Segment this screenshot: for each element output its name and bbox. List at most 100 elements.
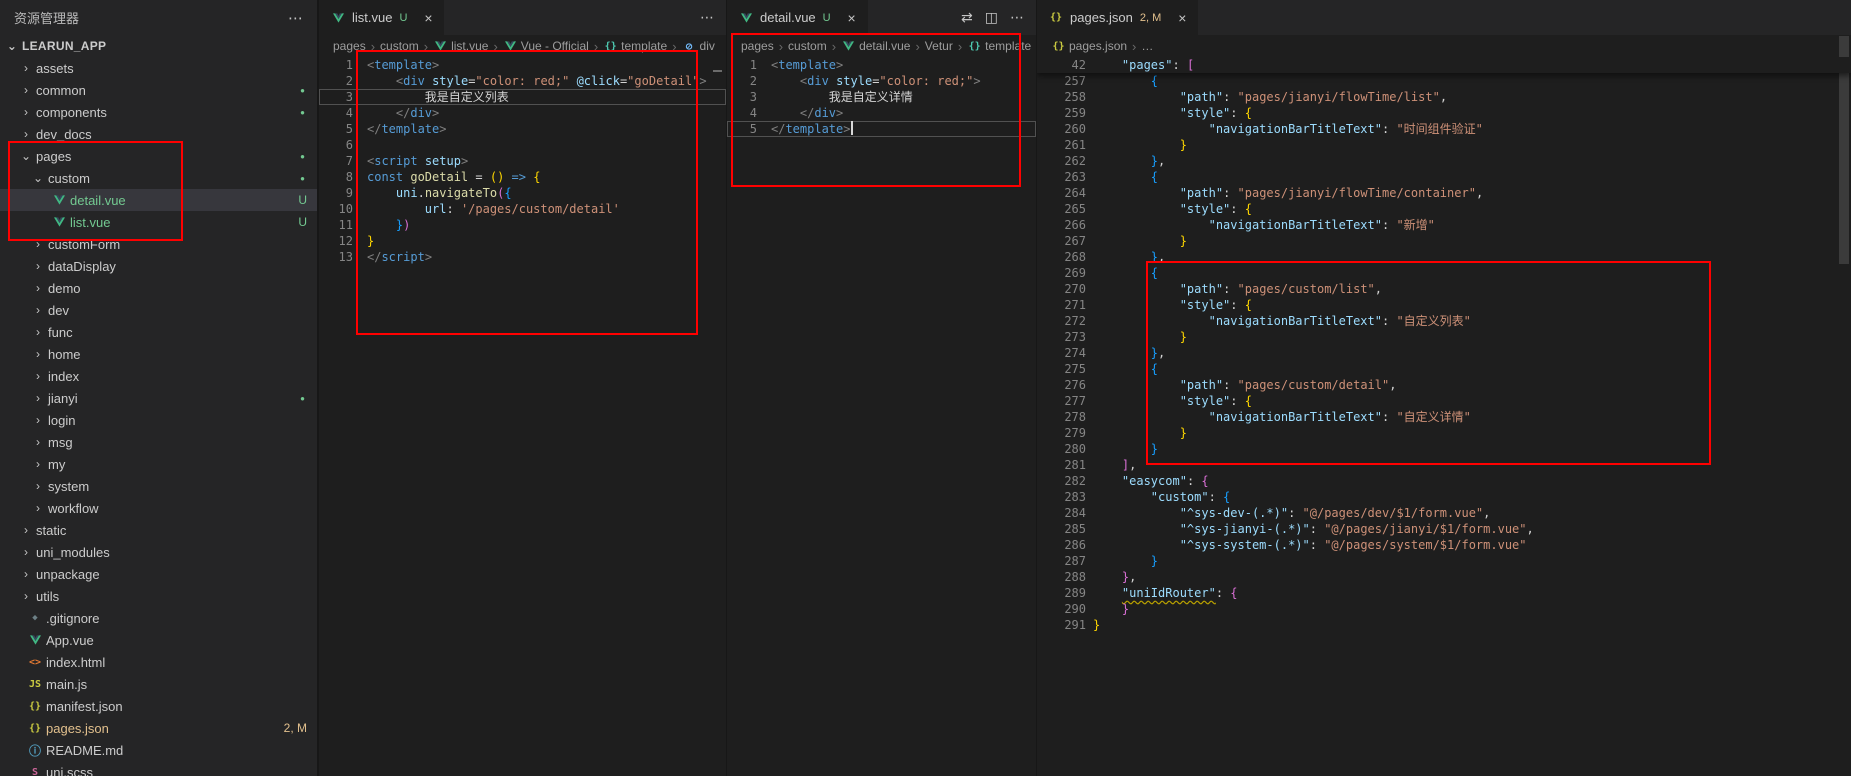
tree-file-index-html[interactable]: <>index.html — [0, 651, 317, 673]
breadcrumb-item-pages-json[interactable]: {}pages.json — [1051, 39, 1127, 53]
breadcrumb-item-template[interactable]: {}template — [967, 39, 1031, 53]
code-line[interactable]: 258 "path": "pages/jianyi/flowTime/list"… — [1037, 89, 1851, 105]
code-line[interactable]: 257 { — [1037, 73, 1851, 89]
code-line[interactable]: 259 "style": { — [1037, 105, 1851, 121]
code-line[interactable]: 262 }, — [1037, 153, 1851, 169]
breadcrumb-item-template[interactable]: {}template — [603, 39, 667, 53]
code-line[interactable]: 284 "^sys-dev-(.*)": "@/pages/dev/$1/for… — [1037, 505, 1851, 521]
tree-folder-static[interactable]: ›static — [0, 519, 317, 541]
code-line[interactable]: 3 我是自定义详情 — [727, 89, 1036, 105]
code-line[interactable]: 270 "path": "pages/custom/list", — [1037, 281, 1851, 297]
code-line[interactable]: 264 "path": "pages/jianyi/flowTime/conta… — [1037, 185, 1851, 201]
tree-folder-msg[interactable]: ›msg — [0, 431, 317, 453]
breadcrumb-item-pages[interactable]: pages — [333, 39, 366, 53]
breadcrumb-item-vue-official[interactable]: Vue - Official — [503, 39, 589, 53]
code-line[interactable]: 5</template> — [727, 121, 1036, 137]
breadcrumb-item-custom[interactable]: custom — [788, 39, 827, 53]
code-line[interactable]: 291} — [1037, 617, 1851, 633]
tree-file-list-vue[interactable]: list.vueU — [0, 211, 317, 233]
code-line[interactable]: 275 { — [1037, 361, 1851, 377]
breadcrumb-item-detail-vue[interactable]: detail.vue — [841, 39, 910, 53]
tree-folder-jianyi[interactable]: ›jianyi● — [0, 387, 317, 409]
tab-detail-vue[interactable]: detail.vueU× — [727, 0, 869, 35]
code-line[interactable]: 283 "custom": { — [1037, 489, 1851, 505]
code-line[interactable]: 266 "navigationBarTitleText": "新增" — [1037, 217, 1851, 233]
code-line[interactable]: 268 }, — [1037, 249, 1851, 265]
tree-folder-assets[interactable]: ›assets — [0, 57, 317, 79]
tree-file-pages-json[interactable]: {}pages.json2, M — [0, 717, 317, 739]
code-line[interactable]: 281 ], — [1037, 457, 1851, 473]
breadcrumb-item-pages[interactable]: pages — [741, 39, 774, 53]
tree-file-gitignore[interactable]: ◆.gitignore — [0, 607, 317, 629]
code-line[interactable]: 278 "navigationBarTitleText": "自定义详情" — [1037, 409, 1851, 425]
tree-folder-dev[interactable]: ›dev — [0, 299, 317, 321]
code-line[interactable]: 2 <div style="color: red;"> — [727, 73, 1036, 89]
code-line[interactable]: 282 "easycom": { — [1037, 473, 1851, 489]
more-actions-icon[interactable]: ⋯ — [700, 9, 714, 26]
code-line[interactable]: 2 <div style="color: red;" @click="goDet… — [319, 73, 726, 89]
code-editor[interactable]: 42 "pages": [257 {258 "path": "pages/jia… — [1037, 57, 1851, 776]
code-line[interactable]: 263 { — [1037, 169, 1851, 185]
tree-folder-components[interactable]: ›components● — [0, 101, 317, 123]
tab-list-vue[interactable]: list.vueU× — [319, 0, 445, 35]
code-line[interactable]: 7<script setup> — [319, 153, 726, 169]
code-line[interactable]: 267 } — [1037, 233, 1851, 249]
code-line[interactable]: 285 "^sys-jianyi-(.*)": "@/pages/jianyi/… — [1037, 521, 1851, 537]
tree-folder-login[interactable]: ›login — [0, 409, 317, 431]
breadcrumb-item-item[interactable]: … — [1141, 39, 1153, 53]
code-line[interactable]: 261 } — [1037, 137, 1851, 153]
close-icon[interactable]: × — [420, 10, 436, 26]
code-line[interactable]: 280 } — [1037, 441, 1851, 457]
sticky-scroll-line[interactable]: 42 "pages": [ — [1037, 57, 1851, 73]
code-line[interactable]: 271 "style": { — [1037, 297, 1851, 313]
code-line[interactable]: 276 "path": "pages/custom/detail", — [1037, 377, 1851, 393]
tree-file-main-js[interactable]: JSmain.js — [0, 673, 317, 695]
tree-folder-custom[interactable]: ⌄custom● — [0, 167, 317, 189]
code-editor[interactable]: 1<template>2 <div style="color: red;" @c… — [319, 57, 726, 776]
close-icon[interactable]: × — [844, 10, 860, 26]
tree-folder-demo[interactable]: ›demo — [0, 277, 317, 299]
tree-folder-pages[interactable]: ⌄pages● — [0, 145, 317, 167]
code-line[interactable]: 12} — [319, 233, 726, 249]
tree-file-detail-vue[interactable]: detail.vueU — [0, 189, 317, 211]
code-line[interactable]: 8const goDetail = () => { — [319, 169, 726, 185]
tree-folder-uni-modules[interactable]: ›uni_modules — [0, 541, 317, 563]
code-line[interactable]: 265 "style": { — [1037, 201, 1851, 217]
open-changes-icon[interactable]: ⇄ — [961, 9, 973, 26]
tree-folder-my[interactable]: ›my — [0, 453, 317, 475]
code-line[interactable]: 290 } — [1037, 601, 1851, 617]
close-icon[interactable]: × — [1174, 10, 1190, 26]
tree-folder-customform[interactable]: ›customForm — [0, 233, 317, 255]
code-line[interactable]: 272 "navigationBarTitleText": "自定义列表" — [1037, 313, 1851, 329]
more-actions-icon[interactable]: ⋯ — [1010, 9, 1024, 26]
tree-folder-datadisplay[interactable]: ›dataDisplay — [0, 255, 317, 277]
code-line[interactable]: 3 我是自定义列表 — [319, 89, 726, 105]
breadcrumb-item-div[interactable]: ⊘div — [682, 39, 715, 53]
code-line[interactable]: 4 </div> — [319, 105, 726, 121]
code-line[interactable]: 260 "navigationBarTitleText": "时间组件验证" — [1037, 121, 1851, 137]
tree-file-readme-md[interactable]: ⓘREADME.md — [0, 739, 317, 761]
code-line[interactable]: 1<template> — [727, 57, 1036, 73]
code-line[interactable]: 273 } — [1037, 329, 1851, 345]
tree-file-uni-scss[interactable]: Suni.scss — [0, 761, 317, 776]
code-line[interactable]: 13</script> — [319, 249, 726, 265]
tree-folder-home[interactable]: ›home — [0, 343, 317, 365]
tree-folder-common[interactable]: ›common● — [0, 79, 317, 101]
code-line[interactable]: 9 uni.navigateTo({ — [319, 185, 726, 201]
code-line[interactable]: 6 — [319, 137, 726, 153]
code-line[interactable]: 288 }, — [1037, 569, 1851, 585]
code-line[interactable]: 1<template> — [319, 57, 726, 73]
tree-file-app-vue[interactable]: App.vue — [0, 629, 317, 651]
code-line[interactable]: 289 "uniIdRouter": { — [1037, 585, 1851, 601]
tree-folder-unpackage[interactable]: ›unpackage — [0, 563, 317, 585]
code-line[interactable]: 286 "^sys-system-(.*)": "@/pages/system/… — [1037, 537, 1851, 553]
breadcrumb-item-vetur[interactable]: Vetur — [925, 39, 953, 53]
tree-root-learun-app[interactable]: ⌄ LEARUN_APP — [0, 35, 317, 57]
tree-folder-func[interactable]: ›func — [0, 321, 317, 343]
code-editor[interactable]: 1<template>2 <div style="color: red;">3 … — [727, 57, 1036, 776]
tree-folder-dev-docs[interactable]: ›dev_docs — [0, 123, 317, 145]
tree-folder-system[interactable]: ›system — [0, 475, 317, 497]
code-line[interactable]: 11 }) — [319, 217, 726, 233]
code-line[interactable]: 287 } — [1037, 553, 1851, 569]
code-line[interactable]: 277 "style": { — [1037, 393, 1851, 409]
